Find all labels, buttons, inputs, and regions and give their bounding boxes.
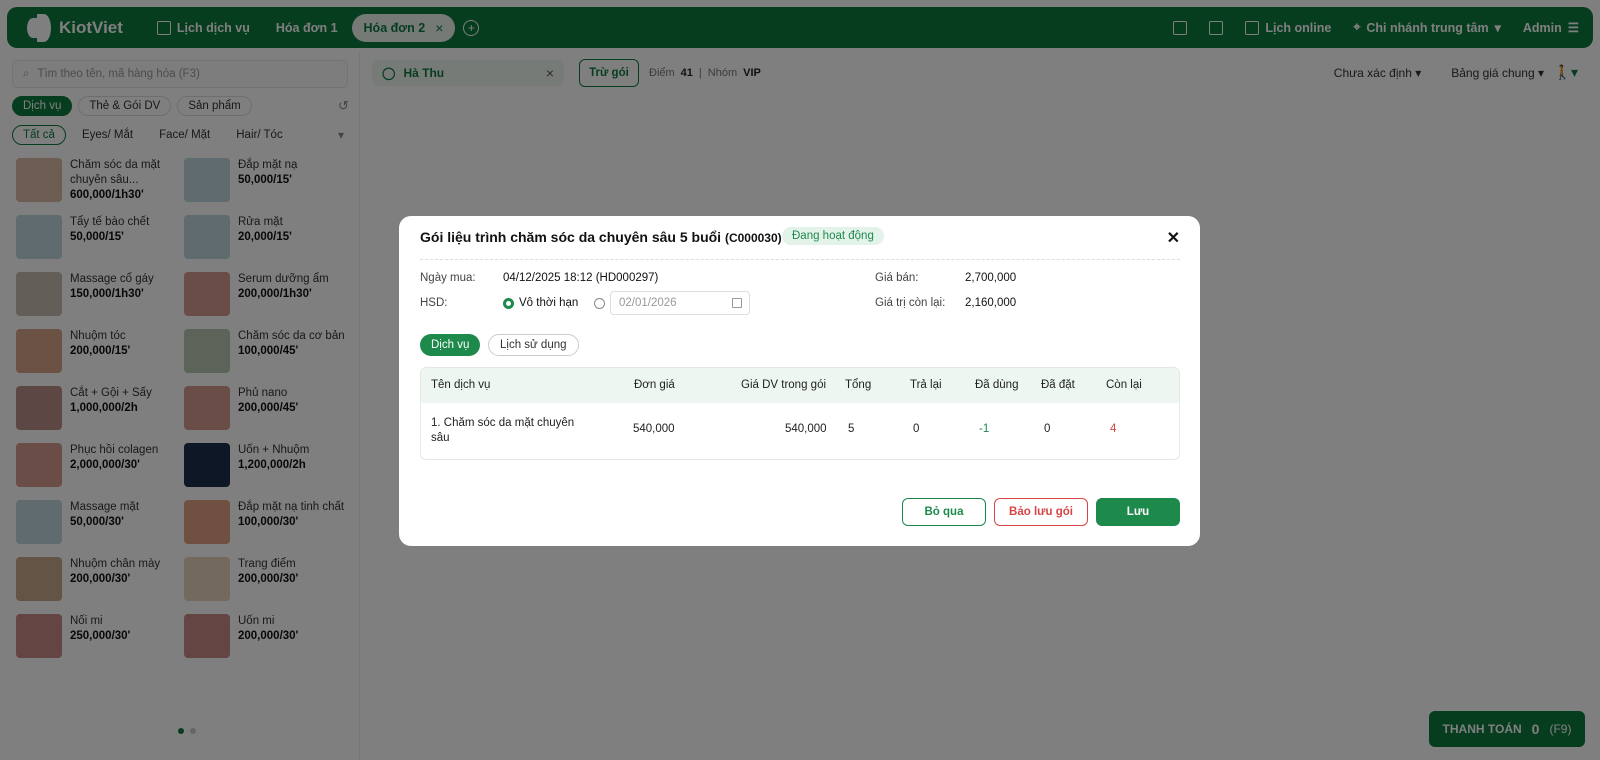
divider bbox=[420, 259, 1180, 260]
col-booked: Đã đặt bbox=[1041, 379, 1075, 391]
col-package-price: Giá DV trong gói bbox=[741, 379, 827, 391]
services-table: Tên dịch vụ Đơn giá Giá DV trong gói Tổn… bbox=[420, 367, 1180, 460]
unlimited-radio[interactable] bbox=[503, 298, 514, 309]
package-code: (C000030) bbox=[724, 231, 782, 245]
cell-package-price: 540,000 bbox=[785, 423, 827, 435]
cell-returned: 0 bbox=[913, 423, 920, 435]
purchase-date-value: 04/12/2025 18:12 (HD000297) bbox=[503, 272, 659, 284]
expiry-date-input[interactable]: 02/01/2026 bbox=[610, 291, 750, 315]
expiry-label: HSD: bbox=[420, 297, 448, 309]
modal-title: Gói liệu trình chăm sóc da chuyên sâu 5 … bbox=[420, 229, 782, 245]
package-detail-modal: Gói liệu trình chăm sóc da chuyên sâu 5 … bbox=[399, 216, 1200, 546]
calendar-icon bbox=[732, 298, 742, 308]
cell-total: 5 bbox=[848, 423, 855, 435]
reserve-package-button[interactable]: Bảo lưu gói bbox=[994, 498, 1088, 526]
col-remaining: Còn lại bbox=[1106, 379, 1142, 391]
unlimited-label: Vô thời hạn bbox=[519, 297, 579, 309]
col-used: Đã dùng bbox=[975, 379, 1019, 391]
purchase-date-label: Ngày mua: bbox=[420, 272, 476, 284]
save-button[interactable]: Lưu bbox=[1096, 498, 1180, 526]
table-row[interactable]: 1. Chăm sóc da mặt chuyên sâu 540,000 54… bbox=[421, 403, 1179, 459]
remaining-value: 2,160,000 bbox=[965, 297, 1017, 309]
expiry-date-value: 02/01/2026 bbox=[619, 297, 677, 309]
col-service-name: Tên dịch vụ bbox=[431, 379, 491, 391]
tab-services[interactable]: Dịch vụ bbox=[420, 334, 481, 356]
tab-usage-history[interactable]: Lịch sử dụng bbox=[488, 334, 579, 356]
price-value: 2,700,000 bbox=[965, 272, 1017, 284]
cell-booked: 0 bbox=[1044, 423, 1051, 435]
col-returned: Trả lại bbox=[910, 379, 942, 391]
cell-remaining: 4 bbox=[1110, 423, 1117, 435]
status-badge: Đang hoạt động bbox=[782, 227, 884, 245]
remaining-value-label: Giá trị còn lại: bbox=[875, 297, 946, 309]
cell-service-name: 1. Chăm sóc da mặt chuyên sâu bbox=[431, 417, 575, 444]
cell-used: -1 bbox=[979, 423, 990, 435]
col-total: Tổng bbox=[845, 379, 872, 391]
date-radio[interactable] bbox=[594, 298, 605, 309]
table-header: Tên dịch vụ Đơn giá Giá DV trong gói Tổn… bbox=[421, 368, 1179, 403]
price-label: Giá bán: bbox=[875, 272, 919, 284]
close-icon[interactable]: ✕ bbox=[1167, 228, 1180, 248]
cell-unit-price: 540,000 bbox=[633, 423, 675, 435]
col-unit-price: Đơn giá bbox=[634, 379, 675, 391]
modal-title-text: Gói liệu trình chăm sóc da chuyên sâu 5 … bbox=[420, 229, 722, 245]
skip-button[interactable]: Bỏ qua bbox=[902, 498, 986, 526]
